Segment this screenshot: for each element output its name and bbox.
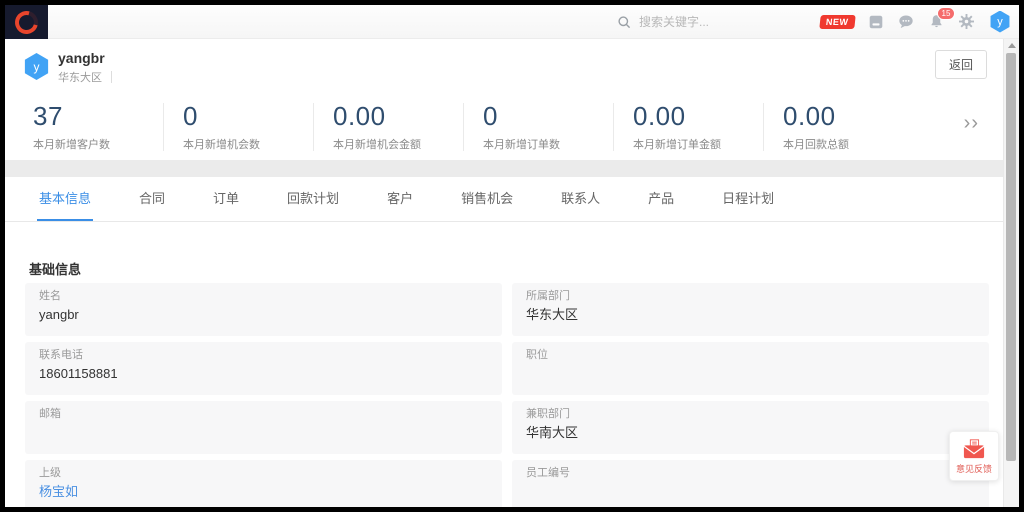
topbar: 搜索关键字... NEW 15 y [5,5,1019,39]
tab-contracts[interactable]: 合同 [139,177,165,221]
field-value [526,484,975,500]
field-department: 所属部门 华东大区 [512,283,989,336]
tab-contacts[interactable]: 联系人 [561,177,600,221]
stat-label: 本月新增机会数 [183,136,313,152]
tab-products[interactable]: 产品 [648,177,674,221]
stat-label: 本月新增客户数 [33,136,163,152]
global-search[interactable]: 搜索关键字... [617,5,709,38]
user-avatar[interactable]: y [989,11,1011,33]
app-window: 搜索关键字... NEW 15 y y yangbr 华东大区 [5,5,1019,507]
stats-more-chevron-icon[interactable]: ›› [964,113,979,133]
brand-c-icon [11,6,42,37]
field-value: 华南大区 [526,425,975,441]
field-value: yangbr [39,307,488,323]
stat-new-customers: 37 本月新增客户数 [33,103,163,151]
tab-customers[interactable]: 客户 [387,177,413,221]
feedback-label: 意见反馈 [956,462,992,475]
stat-value: 0 [483,102,613,130]
notifications-bell-icon[interactable]: 15 [929,14,944,29]
docs-icon[interactable] [869,15,883,29]
tab-basic-info[interactable]: 基本信息 [39,177,91,221]
tab-orders[interactable]: 订单 [213,177,239,221]
field-label: 姓名 [39,290,488,303]
field-label: 所属部门 [526,290,975,303]
profile-name: yangbr [58,50,105,66]
stat-label: 本月新增订单金额 [633,136,763,152]
field-label: 职位 [526,349,975,362]
tab-payment-plan[interactable]: 回款计划 [287,177,339,221]
supervisor-link[interactable]: 杨宝如 [39,484,488,500]
stat-order-amount: 0.00 本月新增订单金额 [613,103,763,151]
feedback-envelope-icon [962,438,986,460]
tab-schedule[interactable]: 日程计划 [722,177,774,221]
field-value: 华东大区 [526,307,975,323]
field-value: 18601158881 [39,366,488,382]
field-position: 职位 [512,342,989,395]
stat-value: 0 [183,102,313,130]
field-label: 邮箱 [39,408,488,421]
field-label: 上级 [39,467,488,480]
settings-gear-icon[interactable] [959,14,974,29]
section-separator [5,160,1019,177]
stat-label: 本月回款总额 [783,136,913,152]
field-employee-id: 员工编号 [512,460,989,507]
profile-header: y yangbr 华东大区 返回 [5,39,1019,94]
field-label: 联系电话 [39,349,488,362]
scrollbar-thumb[interactable] [1006,53,1016,461]
back-button[interactable]: 返回 [935,50,987,79]
field-supervisor: 上级 杨宝如 [25,460,502,507]
stat-value: 0.00 [333,102,463,130]
field-phone: 联系电话 18601158881 [25,342,502,395]
divider [111,71,112,83]
detail-card: 基本信息 合同 订单 回款计划 客户 销售机会 联系人 产品 日程计划 基础信息… [5,177,1019,507]
stat-value: 37 [33,102,163,130]
field-value [526,366,975,382]
stat-new-opportunities: 0 本月新增机会数 [163,103,313,151]
stat-opportunity-amount: 0.00 本月新增机会金额 [313,103,463,151]
new-badge[interactable]: NEW [819,15,855,29]
topbar-actions: NEW 15 y [820,5,1012,38]
basic-info-form: 姓名 yangbr 所属部门 华东大区 联系电话 18601158881 职位 … [25,283,989,507]
stat-value: 0.00 [633,102,763,130]
messages-icon[interactable] [898,14,914,29]
field-name: 姓名 yangbr [25,283,502,336]
scroll-up-arrow-icon[interactable] [1008,43,1016,48]
app-logo[interactable] [5,5,48,39]
stat-label: 本月新增机会金额 [333,136,463,152]
monthly-stats: 37 本月新增客户数 0 本月新增机会数 0.00 本月新增机会金额 0 本月新… [5,94,979,160]
stat-new-orders: 0 本月新增订单数 [463,103,613,151]
vertical-scrollbar[interactable] [1003,39,1019,507]
tab-sales-opportunities[interactable]: 销售机会 [461,177,513,221]
field-email: 邮箱 [25,401,502,454]
stat-payment-total: 0.00 本月回款总额 [763,103,913,151]
search-placeholder: 搜索关键字... [639,13,709,30]
field-label: 兼职部门 [526,408,975,421]
feedback-widget[interactable]: 意见反馈 [949,431,999,481]
search-icon [617,15,631,29]
profile-department: 华东大区 [58,69,112,85]
notification-count-badge: 15 [937,7,955,20]
tab-bar: 基本信息 合同 订单 回款计划 客户 销售机会 联系人 产品 日程计划 [5,177,1019,222]
field-value [39,425,488,441]
stat-value: 0.00 [783,102,913,130]
field-label: 员工编号 [526,467,975,480]
profile-department-label: 华东大区 [58,69,102,85]
section-title: 基础信息 [29,259,81,278]
stat-label: 本月新增订单数 [483,136,613,152]
field-secondary-department: 兼职部门 华南大区 [512,401,989,454]
profile-avatar: y [23,53,50,80]
